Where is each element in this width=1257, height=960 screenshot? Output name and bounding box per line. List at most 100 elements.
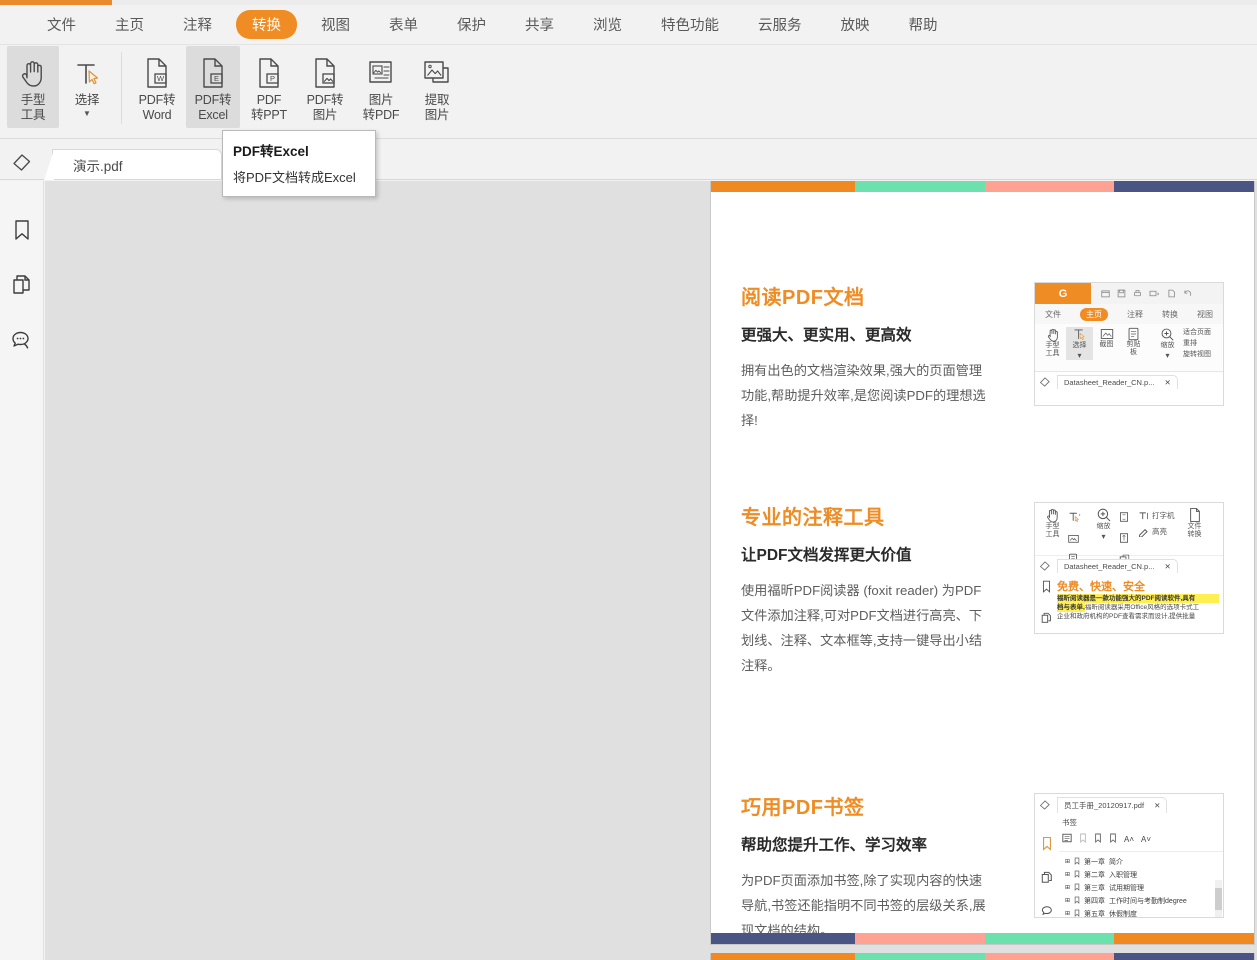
s3-bookmark-title: 休假制度 [1109, 909, 1137, 919]
pdf-to-image-button[interactable]: PDF转 图片 [298, 46, 352, 128]
svg-text:P: P [270, 74, 275, 83]
menu-item-cloud[interactable]: 云服务 [743, 10, 817, 39]
image-to-pdf-button[interactable]: 图片 转PDF [354, 46, 408, 128]
mini-tab-file: 文件 [1045, 309, 1061, 320]
menu-item-file[interactable]: 文件 [32, 10, 91, 39]
bookmark-icon [1041, 580, 1052, 598]
pdf-page-2 [710, 953, 1255, 960]
menu-item-present[interactable]: 放映 [826, 10, 885, 39]
color-seg-teal [855, 181, 984, 192]
color-seg-orange [1114, 933, 1254, 944]
s3-file-tab-row: 员工手册_20120917.pdf ✕ [1035, 794, 1223, 814]
tooltip-description: 将PDF文档转成Excel [233, 167, 365, 186]
ribbon-toolbar: 手型 工具 选择 ▼ [0, 46, 1257, 139]
s3-scrollbar-thumb[interactable] [1215, 888, 1222, 910]
s2-highlight-item: 高亮 [1138, 526, 1175, 537]
pdf-viewer[interactable]: 阅读PDF文档 更强大、更实用、更高效 拥有出色的文档渲染效果,强大的页面管理功… [45, 181, 1257, 960]
extract-image-button[interactable]: 提取 图片 [410, 46, 464, 128]
menu-item-protect[interactable]: 保护 [442, 10, 501, 39]
s3-bookmark-title: 简介 [1109, 857, 1123, 867]
pdf-to-ppt-button[interactable]: P PDF 转PPT [242, 46, 296, 128]
menu-item-share[interactable]: 共享 [510, 10, 569, 39]
mini-select-chevron-down-icon: ▾ [1077, 351, 1081, 360]
mini-view-options: 适合页面 重排 旋转视图 [1183, 327, 1211, 360]
section-1-body: 拥有出色的文档渲染效果,强大的页面管理功能,帮助提升效率,是您阅读PDF的理想选… [741, 358, 991, 433]
expand-plus-icon: ⊞ [1065, 871, 1070, 878]
mini-tool-row: 手型 工具 选择 ▾ 截图 [1035, 324, 1223, 371]
menu-item-convert[interactable]: 转换 [236, 10, 297, 39]
s2-file-tab-row: Datasheet_Reader_CN.p... ✕ [1035, 556, 1223, 576]
s2-fit-page-icon [1119, 509, 1130, 527]
pdf-to-image-label-1: PDF转 [307, 93, 344, 108]
s3-bookmark-toolbar: A˄ A˅ [1059, 830, 1223, 852]
menu-item-form[interactable]: 表单 [374, 10, 433, 39]
menu-item-comment[interactable]: 注释 [168, 10, 227, 39]
expand-plus-icon: ⊞ [1065, 910, 1070, 917]
pdf-to-ppt-label-2: 转PPT [251, 108, 287, 123]
expand-plus-icon: ⊞ [1065, 858, 1070, 865]
image-to-pdf-icon [365, 53, 397, 93]
s3-expand-all-icon [1062, 830, 1072, 848]
pdf-to-word-label-2: Word [143, 108, 172, 123]
mini-tab-view: 视图 [1197, 309, 1213, 320]
s3-bookmark-row: ⊞ 第一章 简介 [1059, 855, 1223, 868]
s2-hand-tool: 手型 工具 [1039, 507, 1066, 539]
expand-plus-icon: ⊞ [1065, 884, 1070, 891]
select-tool-label: 选择 [75, 93, 100, 108]
mini-snapshot-tool: 截图 [1093, 327, 1120, 349]
foxit-reader-window: 文件 主页 注释 转换 视图 表单 保护 共享 浏览 特色功能 云服务 放映 帮… [0, 0, 1257, 960]
menu-item-home[interactable]: 主页 [100, 10, 159, 39]
pdf-to-image-icon [310, 53, 340, 93]
mini-zoom-tool: 缩放 ▾ [1154, 327, 1181, 360]
document-tab-demo-pdf[interactable]: 演示.pdf [52, 149, 222, 179]
comments-icon[interactable] [7, 325, 37, 355]
mini-clipboard-label-1: 剪贴 [1127, 341, 1141, 349]
s2-zoom-chevron-down-icon: ▾ [1101, 532, 1105, 541]
mini-reflow-option: 重排 [1183, 338, 1211, 349]
pdf-to-excel-label-2: Excel [198, 108, 228, 123]
bookmark-icon[interactable] [7, 215, 37, 245]
menu-item-help[interactable]: 帮助 [894, 10, 953, 39]
mini-zoom-chevron-down-icon: ▾ [1165, 351, 1169, 360]
mini-hand-label-1: 手型 [1046, 342, 1060, 350]
page-thumbnails-icon[interactable] [7, 270, 37, 300]
s3-bookmark-chapter: 第四章 [1084, 896, 1105, 906]
select-tool-button[interactable]: 选择 ▼ [61, 46, 113, 128]
page-2-top-color-bar [711, 953, 1254, 960]
bookmark-icon [1074, 883, 1080, 893]
s3-decrease-font-icon: A˅ [1141, 835, 1151, 844]
s2-file-convert-label-1: 文件 [1188, 523, 1202, 531]
s2-file-tab: Datasheet_Reader_CN.p... ✕ [1057, 559, 1178, 573]
menu-item-features[interactable]: 特色功能 [646, 10, 734, 39]
s3-bookmark-list: ⊞ 第一章 简介 ⊞ 第二章 入职管理 [1059, 852, 1223, 918]
ribbon-group-convert: W PDF转 Word E PDF转 Excel [129, 46, 465, 134]
s2-page-content: 免费、快速、安全 福昕阅读器是一款功能强大的PDF阅读软件,具有 档与表单, 福… [1057, 576, 1223, 629]
mini-zoom-label: 缩放 [1161, 342, 1175, 350]
open-file-icon [1101, 285, 1110, 303]
hand-tool-button[interactable]: 手型 工具 [7, 46, 59, 128]
select-tool-chevron-down-icon[interactable]: ▼ [83, 109, 91, 118]
s2-typewriter-item: 打字机 [1138, 510, 1175, 521]
menu-item-view[interactable]: 视图 [306, 10, 365, 39]
mini-clipboard-tool: 剪贴 板 [1120, 327, 1147, 357]
pdf-to-word-button[interactable]: W PDF转 Word [130, 46, 184, 128]
s2-plain-line-3: 企业和政府机构的PDF查看需求而设计,提供批量 [1057, 612, 1219, 621]
bookmark-icon [1041, 836, 1053, 856]
color-seg-teal [985, 933, 1114, 944]
menu-item-browse[interactable]: 浏览 [578, 10, 637, 39]
s3-nav-rail: ▾ [1035, 814, 1059, 918]
mini-tab-convert: 转换 [1162, 309, 1178, 320]
page-bottom-color-bar [711, 933, 1254, 944]
pdf-to-excel-button[interactable]: E PDF转 Excel [186, 46, 240, 128]
s2-typewriter-label: 打字机 [1152, 510, 1175, 521]
s3-edit-bookmark-icon [1109, 830, 1117, 848]
eraser-icon[interactable] [0, 141, 44, 179]
pdf-to-ppt-icon: P [254, 53, 284, 93]
s2-highlighted-line-1: 福昕阅读器是一款功能强大的PDF阅读软件,具有 [1057, 594, 1219, 603]
mini-select-label: 选择 [1073, 342, 1087, 350]
s2-hand-label-1: 手型 [1046, 523, 1060, 531]
s3-eraser-icon [1039, 798, 1051, 812]
s3-delete-bookmark-icon [1094, 830, 1102, 848]
s3-scrollbar[interactable] [1215, 880, 1222, 918]
s2-body: 免费、快速、安全 福昕阅读器是一款功能强大的PDF阅读软件,具有 档与表单, 福… [1035, 576, 1223, 629]
